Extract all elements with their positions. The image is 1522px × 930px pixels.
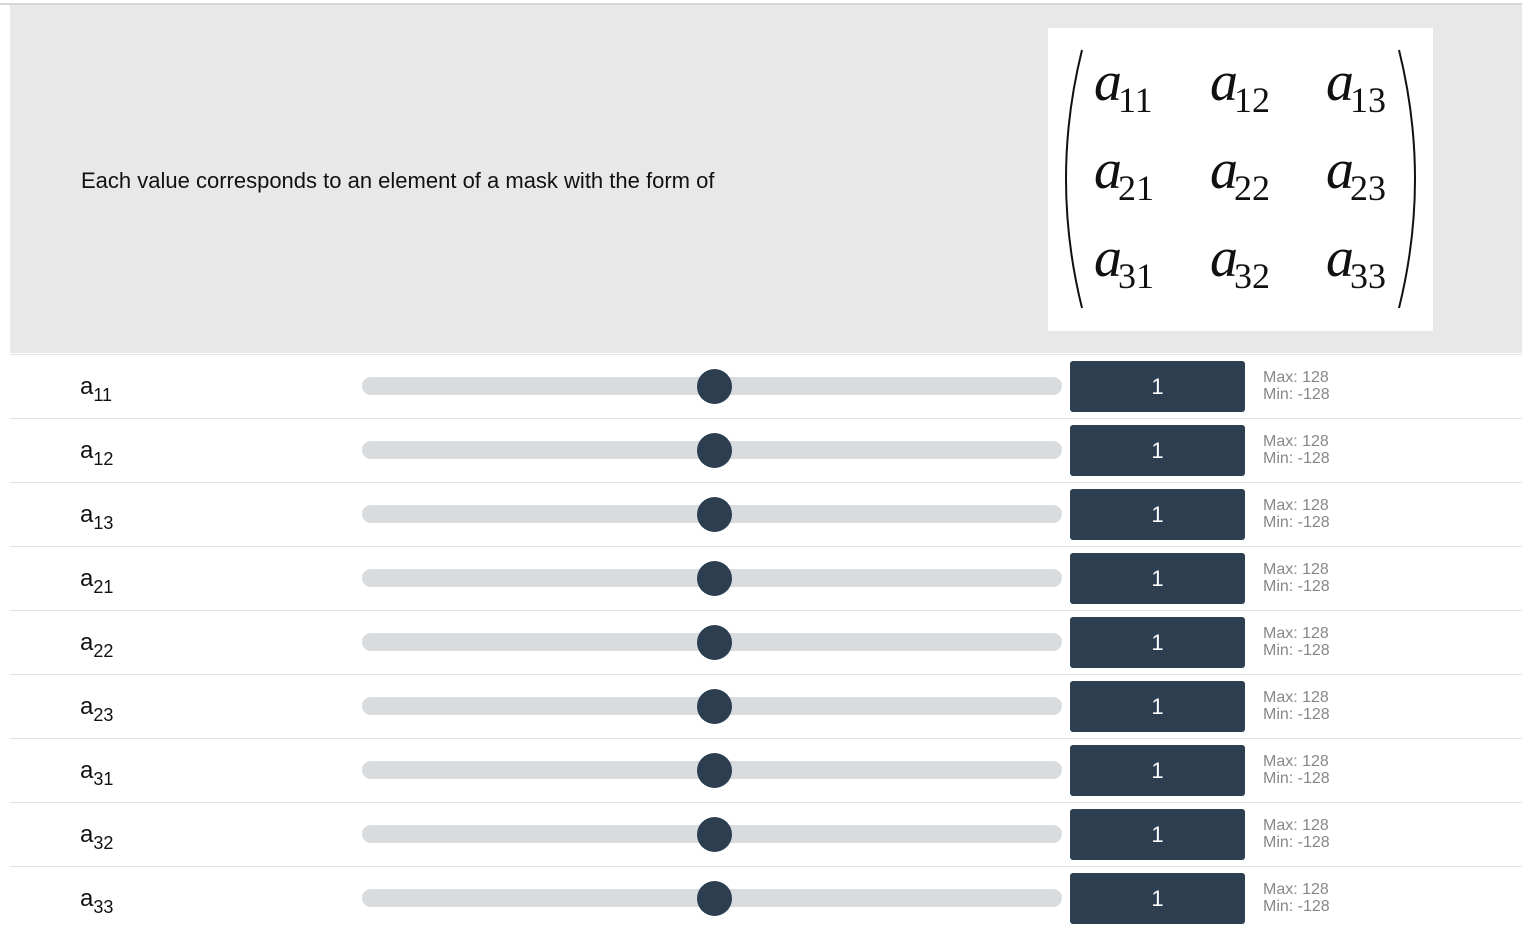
matrix-element-12: a12 <box>1210 51 1270 120</box>
slider-label: a22 <box>80 629 114 661</box>
value-input[interactable]: 1 <box>1070 425 1245 476</box>
value-input[interactable]: 1 <box>1070 489 1245 540</box>
slider-row-a13: a13 1 Max: 128 Min: -128 <box>10 482 1522 546</box>
max-label: Max: 128 <box>1263 753 1329 770</box>
min-label: Min: -128 <box>1263 770 1330 787</box>
max-label: Max: 128 <box>1263 369 1329 386</box>
min-label: Min: -128 <box>1263 578 1330 595</box>
slider-label: a13 <box>80 501 114 533</box>
mask-header: Each value corresponds to an element of … <box>10 5 1522 353</box>
min-label: Min: -128 <box>1263 706 1330 723</box>
min-label: Min: -128 <box>1263 834 1330 851</box>
min-label: Min: -128 <box>1263 642 1330 659</box>
max-label: Max: 128 <box>1263 881 1329 898</box>
slider-row-a33: a33 1 Max: 128 Min: -128 <box>10 866 1522 930</box>
slider-thumb[interactable] <box>697 817 733 852</box>
range-limits: Max: 128 Min: -128 <box>1263 369 1330 403</box>
slider-track[interactable] <box>362 817 1062 852</box>
range-limits: Max: 128 Min: -128 <box>1263 561 1330 595</box>
slider-row-a12: a12 1 Max: 128 Min: -128 <box>10 418 1522 482</box>
slider-thumb[interactable] <box>697 881 733 916</box>
slider-track[interactable] <box>362 497 1062 532</box>
value-input[interactable]: 1 <box>1070 745 1245 796</box>
slider-row-a31: a31 1 Max: 128 Min: -128 <box>10 738 1522 802</box>
range-limits: Max: 128 Min: -128 <box>1263 753 1330 787</box>
matrix-element-21: a21 <box>1094 139 1154 208</box>
right-paren <box>1398 49 1416 309</box>
mask-description: Each value corresponds to an element of … <box>81 168 715 193</box>
matrix-element-11: a11 <box>1094 51 1153 120</box>
min-label: Min: -128 <box>1263 898 1330 915</box>
range-limits: Max: 128 Min: -128 <box>1263 881 1330 915</box>
slider-row-a11: a11 1 Max: 128 Min: -128 <box>10 354 1522 418</box>
slider-thumb[interactable] <box>697 561 733 596</box>
min-label: Min: -128 <box>1263 514 1330 531</box>
left-paren <box>1065 49 1083 309</box>
range-limits: Max: 128 Min: -128 <box>1263 625 1330 659</box>
range-limits: Max: 128 Min: -128 <box>1263 433 1330 467</box>
value-input[interactable]: 1 <box>1070 873 1245 924</box>
matrix-svg: a11 a12 a13 a21 a22 a23 a31 a32 a33 <box>1065 49 1416 309</box>
slider-label: a32 <box>80 821 114 853</box>
matrix-element-22: a22 <box>1210 139 1270 208</box>
max-label: Max: 128 <box>1263 625 1329 642</box>
slider-thumb[interactable] <box>697 497 733 532</box>
slider-label: a23 <box>80 693 114 725</box>
min-label: Min: -128 <box>1263 386 1330 403</box>
slider-row-a21: a21 1 Max: 128 Min: -128 <box>10 546 1522 610</box>
range-limits: Max: 128 Min: -128 <box>1263 817 1330 851</box>
value-input[interactable]: 1 <box>1070 617 1245 668</box>
slider-row-a32: a32 1 Max: 128 Min: -128 <box>10 802 1522 866</box>
max-label: Max: 128 <box>1263 433 1329 450</box>
max-label: Max: 128 <box>1263 689 1329 706</box>
value-input[interactable]: 1 <box>1070 553 1245 604</box>
slider-label: a21 <box>80 565 114 597</box>
slider-thumb[interactable] <box>697 689 733 724</box>
slider-thumb[interactable] <box>697 625 733 660</box>
value-input[interactable]: 1 <box>1070 809 1245 860</box>
max-label: Max: 128 <box>1263 497 1329 514</box>
matrix-element-13: a13 <box>1326 51 1386 120</box>
value-input[interactable]: 1 <box>1070 681 1245 732</box>
slider-thumb[interactable] <box>697 433 733 468</box>
slider-thumb[interactable] <box>697 753 733 788</box>
slider-track[interactable] <box>362 369 1062 404</box>
slider-track[interactable] <box>362 625 1062 660</box>
range-limits: Max: 128 Min: -128 <box>1263 497 1330 531</box>
value-input[interactable]: 1 <box>1070 361 1245 412</box>
max-label: Max: 128 <box>1263 817 1329 834</box>
slider-track[interactable] <box>362 689 1062 724</box>
matrix-element-32: a32 <box>1210 227 1270 296</box>
slider-label: a11 <box>80 373 113 405</box>
slider-track[interactable] <box>362 753 1062 788</box>
slider-row-a22: a22 1 Max: 128 Min: -128 <box>10 610 1522 674</box>
matrix-element-31: a31 <box>1094 227 1154 296</box>
matrix-element-33: a33 <box>1326 227 1386 296</box>
slider-label: a33 <box>80 885 114 917</box>
slider-list: a11 1 Max: 128 Min: -128 a12 1 Max: 128 Min: -1… <box>10 354 1522 930</box>
slider-label: a31 <box>80 757 114 789</box>
slider-track[interactable] <box>362 433 1062 468</box>
matrix-element-23: a23 <box>1326 139 1386 208</box>
max-label: Max: 128 <box>1263 561 1329 578</box>
slider-thumb[interactable] <box>697 369 733 404</box>
mask-matrix-image: a11 a12 a13 a21 a22 a23 a31 a32 a33 <box>1048 28 1433 331</box>
slider-track[interactable] <box>362 881 1062 916</box>
slider-row-a23: a23 1 Max: 128 Min: -128 <box>10 674 1522 738</box>
slider-track[interactable] <box>362 561 1062 596</box>
min-label: Min: -128 <box>1263 450 1330 467</box>
range-limits: Max: 128 Min: -128 <box>1263 689 1330 723</box>
slider-label: a12 <box>80 437 114 469</box>
